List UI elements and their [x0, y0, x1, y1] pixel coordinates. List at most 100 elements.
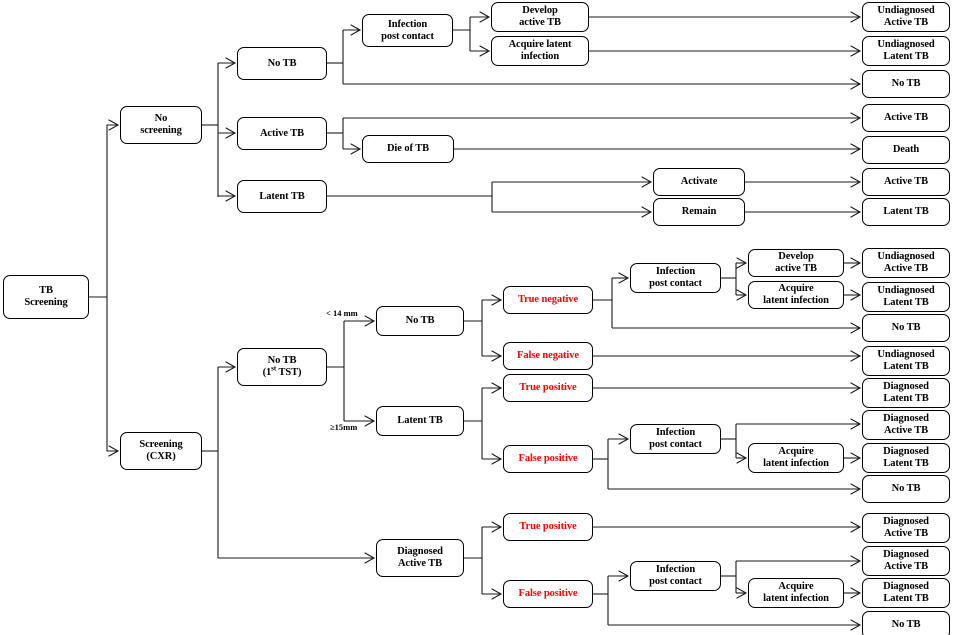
node-ns-no-tb[interactable]: No TB	[237, 47, 327, 80]
arrowhead-a-truepos2	[491, 521, 503, 533]
node-t-active-2[interactable]: Active TB	[862, 168, 950, 196]
node-sc-true-neg[interactable]: True negative	[503, 286, 593, 314]
node-label: Latent TB	[883, 206, 929, 218]
node-sc-true-pos-2[interactable]: True positive	[503, 513, 593, 541]
arrowhead-a-trueneg	[491, 294, 503, 306]
edge-e-root-down	[106, 297, 118, 452]
node-sc-infection-3[interactable]: Infection post contact	[630, 561, 721, 591]
node-label: Acquire latent infection	[763, 283, 829, 306]
arrowhead-a-inf3	[618, 433, 630, 445]
arrowhead-a-t2	[850, 45, 862, 57]
node-sc-false-pos-2[interactable]: False positive	[503, 580, 593, 608]
node-label: Active TB	[883, 112, 929, 124]
node-t-diag-latent-3[interactable]: Diagnosed Latent TB	[862, 578, 950, 608]
node-label: No TB	[891, 322, 921, 334]
node-t-undiag-active-2[interactable]: Undiagnosed Active TB	[862, 248, 950, 278]
node-t-no-tb-1[interactable]: No TB	[862, 70, 950, 98]
arrowhead-a-b3	[850, 322, 862, 334]
arrowhead-a-inf4	[618, 570, 630, 582]
node-label: Diagnosed Latent TB	[883, 581, 929, 604]
node-sc-infection-1[interactable]: Infection post contact	[630, 263, 721, 293]
tb-screening-decision-tree: TB Screening No screening Screening (CXR) No T…	[0, 0, 953, 635]
node-ns-activate[interactable]: Activate	[653, 168, 745, 196]
arrowhead-a-b6	[850, 418, 862, 430]
arrowhead-a-ns-active	[225, 127, 237, 139]
arrowhead-a-falsepos1	[491, 453, 503, 465]
arrowhead-a-t6	[850, 176, 862, 188]
arrowhead-a-ns	[108, 119, 120, 131]
node-t-diag-active-2[interactable]: Diagnosed Active TB	[862, 513, 950, 543]
node-screening-cxr[interactable]: Screening (CXR)	[120, 432, 202, 470]
arrowhead-a-acq2	[736, 289, 748, 301]
arrowhead-a-t3	[850, 78, 862, 90]
node-label: True negative	[517, 294, 579, 306]
node-label: No TB	[891, 483, 921, 495]
node-label: Acquire latent infection	[508, 39, 572, 62]
node-label: No TB	[891, 619, 921, 631]
node-t-undiag-latent-3[interactable]: Undiagnosed Latent TB	[862, 346, 950, 376]
node-label: Active TB	[883, 176, 929, 188]
edge-label-tst-ge15: ≥15mm	[330, 422, 358, 432]
node-sc-infection-2[interactable]: Infection post contact	[630, 424, 721, 454]
arrowhead-a-t7	[850, 206, 862, 218]
node-t-latent-1[interactable]: Latent TB	[862, 198, 950, 226]
node-sc-false-pos-1[interactable]: False positive	[503, 445, 593, 473]
node-t-diag-latent-2[interactable]: Diagnosed Latent TB	[862, 443, 950, 473]
node-label: Undiagnosed Active TB	[877, 251, 935, 274]
arrowhead-a-sc-notb	[364, 315, 376, 327]
arrowhead-a-ns-acq	[479, 45, 491, 57]
arrowhead-a-b8	[850, 483, 862, 495]
node-t-diag-latent-1[interactable]: Diagnosed Latent TB	[862, 378, 950, 408]
node-ns-die[interactable]: Die of TB	[362, 135, 454, 163]
edge-e-root-up	[106, 124, 118, 297]
node-sc-acquire-3[interactable]: Acquire latent infection	[748, 578, 844, 608]
arrowhead-a-b11	[850, 587, 862, 599]
node-label: Undiagnosed Latent TB	[877, 39, 935, 62]
node-label: Active TB	[259, 127, 305, 139]
node-sc-true-pos-1[interactable]: True positive	[503, 374, 593, 402]
node-sc-no-tb-tst[interactable]: No TB (1st TST)	[237, 348, 327, 386]
arrowhead-a-b1	[850, 257, 862, 269]
node-t-active-1[interactable]: Active TB	[862, 104, 950, 132]
node-root[interactable]: TB Screening	[3, 275, 89, 319]
node-label: Diagnosed Active TB	[397, 546, 443, 569]
node-t-no-tb-2[interactable]: No TB	[862, 314, 950, 342]
node-label: Death	[892, 144, 920, 156]
node-sc-false-neg[interactable]: False negative	[503, 342, 593, 370]
node-t-undiag-active-1[interactable]: Undiagnosed Active TB	[862, 2, 950, 32]
node-label: False positive	[518, 453, 578, 465]
node-label: Diagnosed Latent TB	[883, 381, 929, 404]
arrowhead-a-b9	[850, 521, 862, 533]
node-ns-infection[interactable]: Infection post contact	[362, 14, 453, 47]
node-no-screening[interactable]: No screening	[120, 106, 202, 144]
node-label: Remain	[681, 206, 717, 218]
node-t-undiag-latent-1[interactable]: Undiagnosed Latent TB	[862, 36, 950, 66]
node-label: No screening	[140, 113, 182, 136]
arrowhead-a-sc	[108, 445, 120, 457]
node-sc-diag-active[interactable]: Diagnosed Active TB	[376, 539, 464, 577]
node-ns-remain[interactable]: Remain	[653, 198, 745, 226]
node-t-no-tb-4[interactable]: No TB	[862, 611, 950, 635]
node-t-death[interactable]: Death	[862, 136, 950, 164]
arrowhead-a-inf2	[618, 272, 630, 284]
node-sc-acquire-1[interactable]: Acquire latent infection	[748, 281, 844, 309]
arrowhead-a-ns-inf	[350, 24, 362, 36]
arrowhead-a-t1	[850, 11, 862, 23]
node-sc-develop-1[interactable]: Develop active TB	[748, 249, 844, 277]
node-sc-no-tb[interactable]: No TB	[376, 306, 464, 336]
node-label: No TB (1st TST)	[262, 355, 302, 378]
node-ns-develop[interactable]: Develop active TB	[491, 2, 589, 32]
node-t-undiag-latent-2[interactable]: Undiagnosed Latent TB	[862, 282, 950, 312]
node-label: Diagnosed Active TB	[883, 549, 929, 572]
node-ns-latent-tb[interactable]: Latent TB	[237, 180, 327, 213]
node-t-diag-active-1[interactable]: Diagnosed Active TB	[862, 410, 950, 440]
node-sc-latent-tb[interactable]: Latent TB	[376, 406, 464, 436]
node-t-no-tb-3[interactable]: No TB	[862, 475, 950, 503]
arrowhead-a-t4	[850, 112, 862, 124]
node-ns-active-tb[interactable]: Active TB	[237, 117, 327, 150]
arrowhead-a-dev2	[736, 257, 748, 269]
node-label: Undiagnosed Latent TB	[877, 349, 935, 372]
node-t-diag-active-3[interactable]: Diagnosed Active TB	[862, 546, 950, 576]
node-sc-acquire-2[interactable]: Acquire latent infection	[748, 443, 844, 473]
node-ns-acquire[interactable]: Acquire latent infection	[491, 36, 589, 66]
